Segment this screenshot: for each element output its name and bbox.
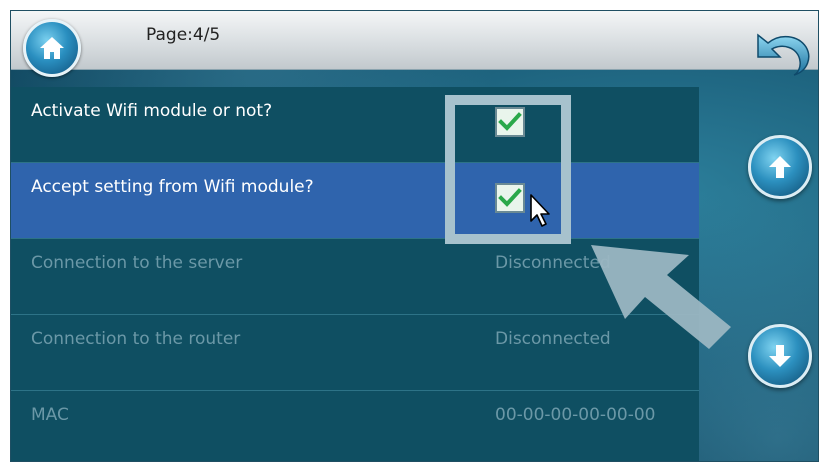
scroll-down-button[interactable] — [748, 324, 812, 388]
device-screen: Page:4/5 Activate Wifi module or not? Ac… — [10, 10, 819, 462]
undo-arrow-icon — [757, 33, 810, 76]
arrow-down-icon — [769, 345, 791, 367]
setting-row-activate-wifi[interactable]: Activate Wifi module or not? — [11, 87, 699, 163]
page-indicator: Page:4/5 — [146, 25, 221, 45]
setting-label: MAC — [31, 405, 69, 425]
setting-row-accept-wifi[interactable]: Accept setting from Wifi module? — [11, 163, 699, 239]
setting-label: Accept setting from Wifi module? — [31, 177, 314, 197]
mac-address-value: 00-00-00-00-00-00 — [495, 405, 656, 425]
home-icon — [40, 37, 64, 59]
scroll-up-button[interactable] — [748, 135, 812, 199]
mouse-cursor-icon — [530, 194, 550, 227]
setting-label: Connection to the router — [31, 329, 241, 349]
arrow-up-icon — [769, 156, 791, 178]
setting-label: Activate Wifi module or not? — [31, 101, 273, 121]
back-button[interactable] — [748, 27, 818, 77]
callout-arrow-icon — [591, 245, 731, 349]
setting-row-mac: MAC 00-00-00-00-00-00 — [11, 391, 699, 461]
top-bar: Page:4/5 — [11, 11, 818, 70]
setting-label: Connection to the server — [31, 253, 243, 273]
home-button[interactable] — [23, 19, 81, 77]
